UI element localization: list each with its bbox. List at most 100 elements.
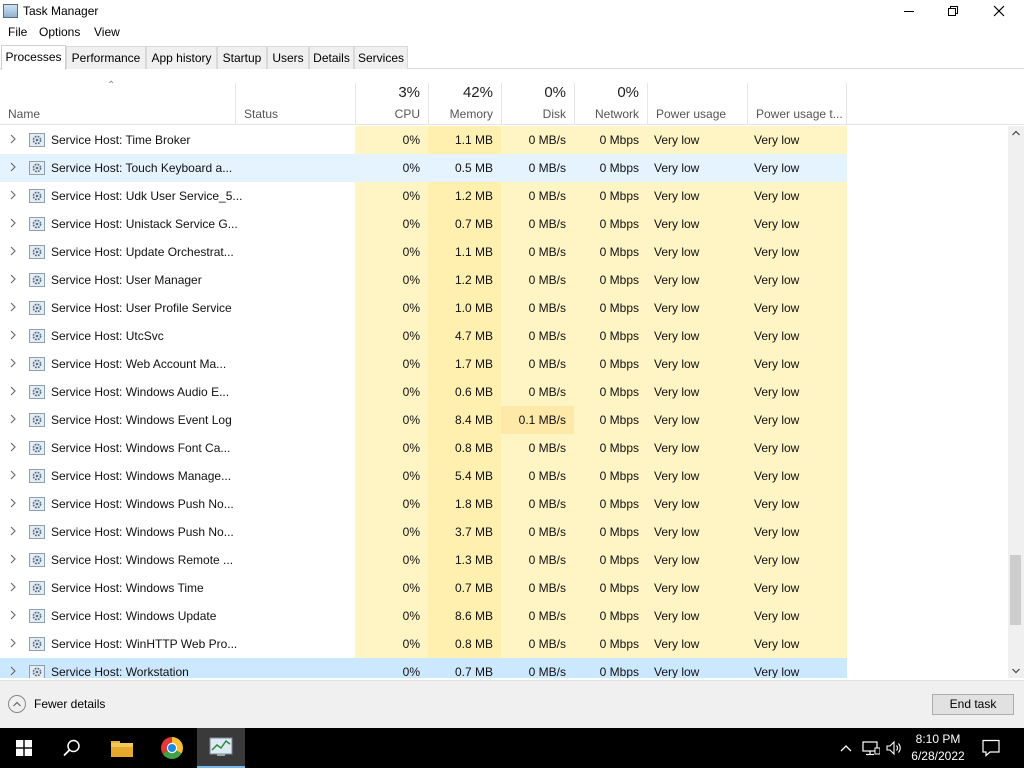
minimize-button[interactable] xyxy=(886,0,932,22)
chevron-right-icon[interactable] xyxy=(9,414,17,424)
cpu-cell: 0% xyxy=(355,350,428,378)
tab-users[interactable]: Users xyxy=(267,46,309,69)
chevron-right-icon[interactable] xyxy=(9,358,17,368)
scroll-up-icon[interactable] xyxy=(1012,130,1020,136)
network-cell: 0 Mbps xyxy=(574,490,647,518)
taskbar-clock[interactable]: 8:10 PM 6/28/2022 xyxy=(902,731,974,765)
process-row[interactable]: Service Host: Windows Audio E... 0% 0.6 MB… xyxy=(0,378,847,406)
taskbar-chrome[interactable] xyxy=(148,728,196,768)
chevron-right-icon[interactable] xyxy=(9,526,17,536)
tab-details[interactable]: Details xyxy=(309,46,354,69)
menu-view[interactable]: View xyxy=(94,25,120,39)
menu-file[interactable]: File xyxy=(8,25,27,39)
process-row[interactable]: Service Host: Udk User Service_5... 0% 1.2… xyxy=(0,182,847,210)
action-center-button[interactable] xyxy=(976,728,1006,768)
header-disk[interactable]: 0% Disk xyxy=(501,83,574,125)
windows-start-icon xyxy=(16,740,32,756)
scrollbar-thumb[interactable] xyxy=(1010,555,1021,625)
header-memory[interactable]: 42% Memory xyxy=(428,83,501,125)
network-tray-button[interactable] xyxy=(859,728,883,768)
chevron-right-icon[interactable] xyxy=(9,246,17,256)
clock-date: 6/28/2022 xyxy=(911,749,965,763)
process-row[interactable]: Service Host: WinHTTP Web Pro... 0% 0.8 MB… xyxy=(0,630,847,658)
chevron-right-icon[interactable] xyxy=(9,610,17,620)
process-row[interactable]: Service Host: Windows Remote ... 0% 1.3 MB… xyxy=(0,546,847,574)
scroll-down-icon[interactable] xyxy=(1012,668,1020,674)
taskbar-search-button[interactable] xyxy=(48,728,96,768)
tab-strip: Processes Performance App history Startu… xyxy=(0,45,1024,70)
process-row[interactable]: Service Host: Unistack Service G... 0% 0.7… xyxy=(0,210,847,238)
header-name[interactable]: Name xyxy=(0,83,235,125)
chevron-right-icon[interactable] xyxy=(9,218,17,228)
fewer-details-button[interactable]: Fewer details xyxy=(8,695,118,715)
power-usage-trend-cell: Very low xyxy=(747,238,847,266)
chevron-right-icon[interactable] xyxy=(9,162,17,172)
process-row[interactable]: Service Host: Windows Font Ca... 0% 0.8 MB… xyxy=(0,434,847,462)
header-name-label: Name xyxy=(8,107,41,121)
cpu-cell: 0% xyxy=(402,665,420,678)
disk-cell: 0 MB/s xyxy=(501,266,574,294)
tab-services[interactable]: Services xyxy=(354,46,408,69)
disk-cell: 0 MB/s xyxy=(501,378,574,406)
chevron-right-icon[interactable] xyxy=(9,274,17,284)
chevron-right-icon[interactable] xyxy=(9,554,17,564)
show-hidden-icons-button[interactable] xyxy=(836,728,856,768)
power-usage-trend-cell: Very low xyxy=(747,434,847,462)
task-manager-icon xyxy=(209,737,233,756)
status-cell xyxy=(235,182,355,210)
power-usage-trend-cell: Very low xyxy=(747,322,847,350)
start-button[interactable] xyxy=(0,728,48,768)
process-row[interactable]: Service Host: Windows Push No... 0% 3.7 MB… xyxy=(0,518,847,546)
cpu-cell: 0% xyxy=(355,378,428,406)
chevron-right-icon[interactable] xyxy=(9,582,17,592)
chevron-right-icon[interactable] xyxy=(9,330,17,340)
network-cell: 0 Mbps xyxy=(574,546,647,574)
chevron-right-icon[interactable] xyxy=(9,498,17,508)
process-row[interactable]: Service Host: Windows Update 0% 8.6 MB 0 MB… xyxy=(0,602,847,630)
maximize-button[interactable] xyxy=(930,0,976,22)
header-network[interactable]: 0% Network xyxy=(574,83,647,125)
process-row[interactable]: Service Host: Time Broker 0% 1.1 MB 0 MB/s 0… xyxy=(0,126,847,154)
process-row[interactable]: Service Host: Web Account Ma... 0% 1.7 MB 0… xyxy=(0,350,847,378)
process-row[interactable]: Service Host: Update Orchestrat... 0% 1.1 … xyxy=(0,238,847,266)
cpu-cell: 0% xyxy=(355,574,428,602)
process-row[interactable]: Service Host: Touch Keyboard a... 0% 0.5 M… xyxy=(0,154,847,182)
chevron-right-icon[interactable] xyxy=(9,302,17,312)
header-cpu[interactable]: 3% CPU xyxy=(355,83,428,125)
process-row[interactable]: Service Host: User Profile Service 0% 1.0 … xyxy=(0,294,847,322)
close-button[interactable] xyxy=(976,0,1022,22)
process-row[interactable]: Service Host: Windows Push No... 0% 1.8 MB… xyxy=(0,490,847,518)
taskbar-file-explorer[interactable] xyxy=(98,728,146,768)
chevron-right-icon[interactable] xyxy=(9,470,17,480)
gear-icon xyxy=(29,525,45,539)
chevron-right-icon[interactable] xyxy=(9,666,17,676)
process-row[interactable]: Service Host: Windows Time 0% 0.7 MB 0 MB/s… xyxy=(0,574,847,602)
tab-startup[interactable]: Startup xyxy=(217,46,267,69)
power-usage-cell: Very low xyxy=(647,602,747,630)
power-usage-cell: Very low xyxy=(647,322,747,350)
memory-cell: 1.2 MB xyxy=(428,266,501,294)
chevron-right-icon[interactable] xyxy=(9,386,17,396)
cpu-cell: 0% xyxy=(355,546,428,574)
disk-cell: 0 MB/s xyxy=(501,602,574,630)
process-row[interactable]: Service Host: User Manager 0% 1.2 MB 0 MB/s… xyxy=(0,266,847,294)
taskbar-task-manager[interactable] xyxy=(197,728,245,768)
process-row[interactable]: Service Host: Windows Event Log 0% 8.4 MB 0… xyxy=(0,406,847,434)
header-power-usage-trend[interactable]: Power usage t... xyxy=(747,83,847,125)
tab-app-history[interactable]: App history xyxy=(146,46,217,69)
header-power-usage[interactable]: Power usage xyxy=(647,83,747,125)
process-row[interactable]: Service Host: UtcSvc 0% 4.7 MB 0 MB/s 0 Mbps… xyxy=(0,322,847,350)
chevron-right-icon[interactable] xyxy=(9,190,17,200)
process-row[interactable]: Service Host: Windows Manage... 0% 5.4 MB 0… xyxy=(0,462,847,490)
end-task-button[interactable]: End task xyxy=(932,694,1014,715)
menu-options[interactable]: Options xyxy=(39,25,80,39)
chevron-right-icon[interactable] xyxy=(9,442,17,452)
chevron-right-icon[interactable] xyxy=(9,638,17,648)
tab-performance[interactable]: Performance xyxy=(66,46,146,69)
memory-cell: 8.6 MB xyxy=(428,602,501,630)
header-status[interactable]: Status xyxy=(235,83,355,125)
chevron-right-icon[interactable] xyxy=(9,134,17,144)
tab-processes[interactable]: Processes xyxy=(1,45,66,70)
process-row[interactable]: Service Host: Workstation 0% 0.7 MB 0 MB/s 0… xyxy=(0,658,847,678)
header-power-usage-trend-label: Power usage t... xyxy=(756,107,843,121)
